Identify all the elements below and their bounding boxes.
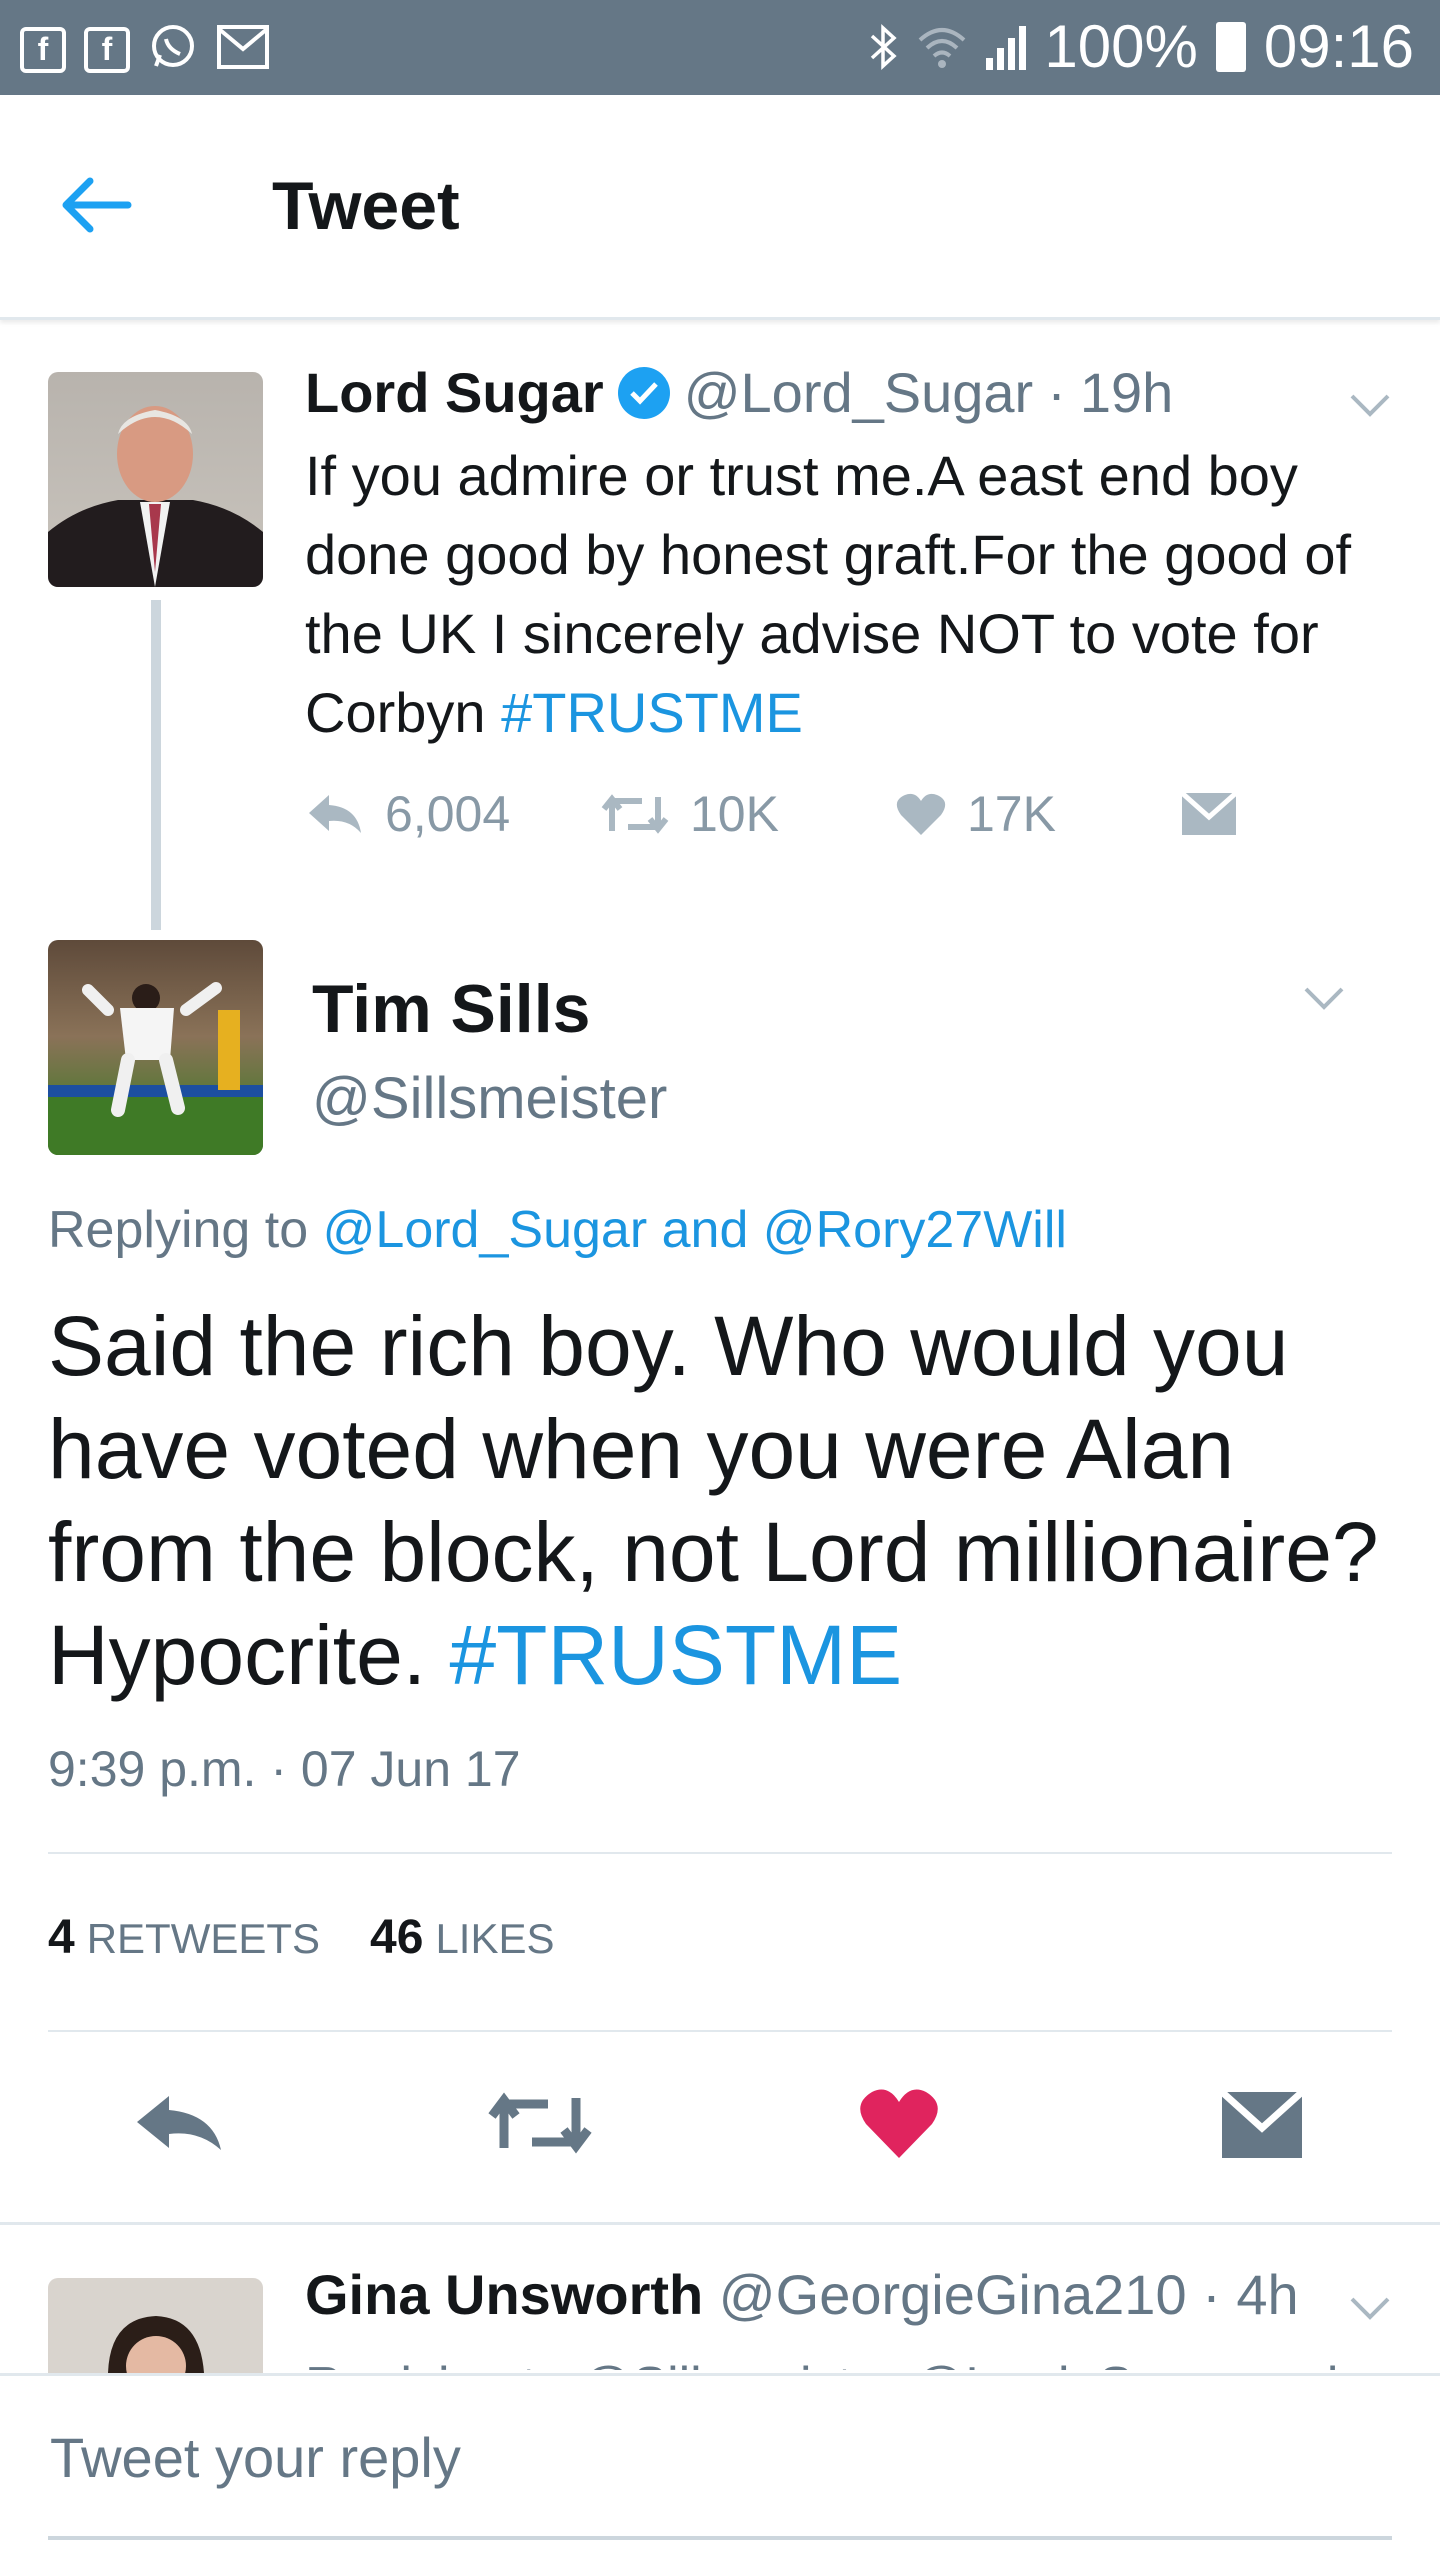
envelope-icon (1180, 791, 1238, 835)
replying-to: Replying to @Sillsmeister @Lord_Sugar an… (305, 2338, 1338, 2370)
avatar[interactable] (48, 2278, 263, 2373)
separator: · (1047, 361, 1066, 424)
tweet-timestamp: 9:39 p.m. · 07 Jun 17 (48, 1741, 521, 1797)
author-name[interactable]: Gina Unsworth (305, 2263, 703, 2326)
retweet-count: 10K (690, 786, 779, 842)
hashtag-link[interactable]: #TRUSTME (449, 1608, 902, 1702)
retweet-icon (601, 794, 669, 834)
like-button[interactable] (858, 2086, 940, 2165)
tweet-text: Said the rich boy. Who would you have vo… (48, 1295, 1408, 1707)
chevron-down-icon[interactable] (1302, 985, 1346, 1011)
divider (48, 1852, 1392, 1854)
tweet-text: If you admire or trust me.A east end boy… (305, 436, 1395, 752)
gmail-icon (216, 24, 270, 75)
envelope-icon (1219, 2089, 1305, 2158)
clock: 09:16 (1263, 13, 1414, 80)
tweet-stats: 4 RETWEETS 46 LIKES (48, 1910, 555, 1965)
like-count: 46 (370, 1911, 424, 1964)
replying-to: Replying to @Lord_Sugar and @Rory27Will (48, 1200, 1067, 1260)
facebook-icon: f (20, 26, 66, 73)
reply-count: 6,004 (385, 786, 511, 842)
back-arrow-icon[interactable] (60, 175, 132, 235)
retweets-stat[interactable]: 4 RETWEETS (48, 1910, 320, 1965)
like-button[interactable]: 17K (895, 785, 1180, 843)
tweet-actions: 6,004 10K 17K (305, 785, 1238, 843)
avatar[interactable] (48, 372, 263, 587)
replying-to-label: Replying to (48, 1201, 323, 1259)
reply-input[interactable] (48, 2416, 1392, 2498)
author-handle[interactable]: @Sillsmeister (312, 1065, 667, 1132)
like-label: LIKES (435, 1915, 555, 1962)
divider (48, 2030, 1392, 2032)
replying-to-link[interactable]: @Lord_Sugar and @Rory27Will (323, 1201, 1067, 1259)
retweet-label: RETWEETS (86, 1915, 321, 1962)
heart-icon (860, 2089, 938, 2158)
tweet-age: 4h (1236, 2263, 1299, 2326)
likes-stat[interactable]: 46 LIKES (370, 1910, 554, 1965)
retweet-icon (488, 2092, 592, 2154)
tweet-text-content: If you admire or trust me.A east end boy… (305, 444, 1352, 744)
reply-composer (0, 2373, 1440, 2563)
bluetooth-icon (871, 23, 897, 70)
retweet-button[interactable] (486, 2090, 594, 2161)
retweet-button[interactable]: 10K (600, 785, 895, 843)
reply-icon (137, 2096, 221, 2150)
page-title: Tweet (272, 168, 460, 244)
battery-icon (1215, 21, 1246, 72)
wifi-icon (919, 27, 966, 68)
direct-message-button[interactable] (1180, 791, 1238, 837)
facebook-icon: f (84, 26, 130, 73)
heart-icon (896, 793, 946, 835)
system-status: 100% 09:16 (868, 12, 1414, 81)
reply-button[interactable]: 6,004 (305, 785, 600, 843)
direct-message-button[interactable] (1219, 2089, 1305, 2165)
app-bar: Tweet (0, 95, 1440, 320)
signal-icon (986, 24, 1027, 70)
separator: · (1202, 2263, 1221, 2326)
reply-button[interactable] (133, 2092, 225, 2159)
chevron-down-icon[interactable] (1348, 2295, 1392, 2321)
reply-icon (309, 795, 361, 833)
tweet-header: Gina Unsworth @GeorgieGina210 · 4h (305, 2262, 1299, 2327)
status-bar: f f 100% 09:16 (0, 0, 1440, 95)
retweet-count: 4 (48, 1911, 75, 1964)
author-handle[interactable]: @GeorgieGina210 (719, 2263, 1187, 2326)
author-name[interactable]: Tim Sills (312, 970, 590, 1048)
tweet-age: 19h (1079, 361, 1174, 424)
whatsapp-icon (148, 22, 198, 77)
author-handle[interactable]: @Lord_Sugar (684, 360, 1034, 425)
divider (0, 2222, 1440, 2225)
chevron-down-icon[interactable] (1348, 392, 1392, 418)
hashtag-link[interactable]: #TRUSTME (501, 681, 803, 744)
verified-icon (617, 366, 670, 419)
author-name[interactable]: Lord Sugar (305, 360, 604, 425)
input-underline (48, 2536, 1392, 2540)
avatar[interactable] (48, 940, 263, 1155)
thread-connector (151, 600, 161, 930)
like-count: 17K (967, 786, 1056, 842)
battery-percent: 100% (1044, 13, 1198, 80)
notification-icons: f f (20, 22, 270, 77)
tweet-header: Lord Sugar @Lord_Sugar · 19h (305, 360, 1173, 425)
